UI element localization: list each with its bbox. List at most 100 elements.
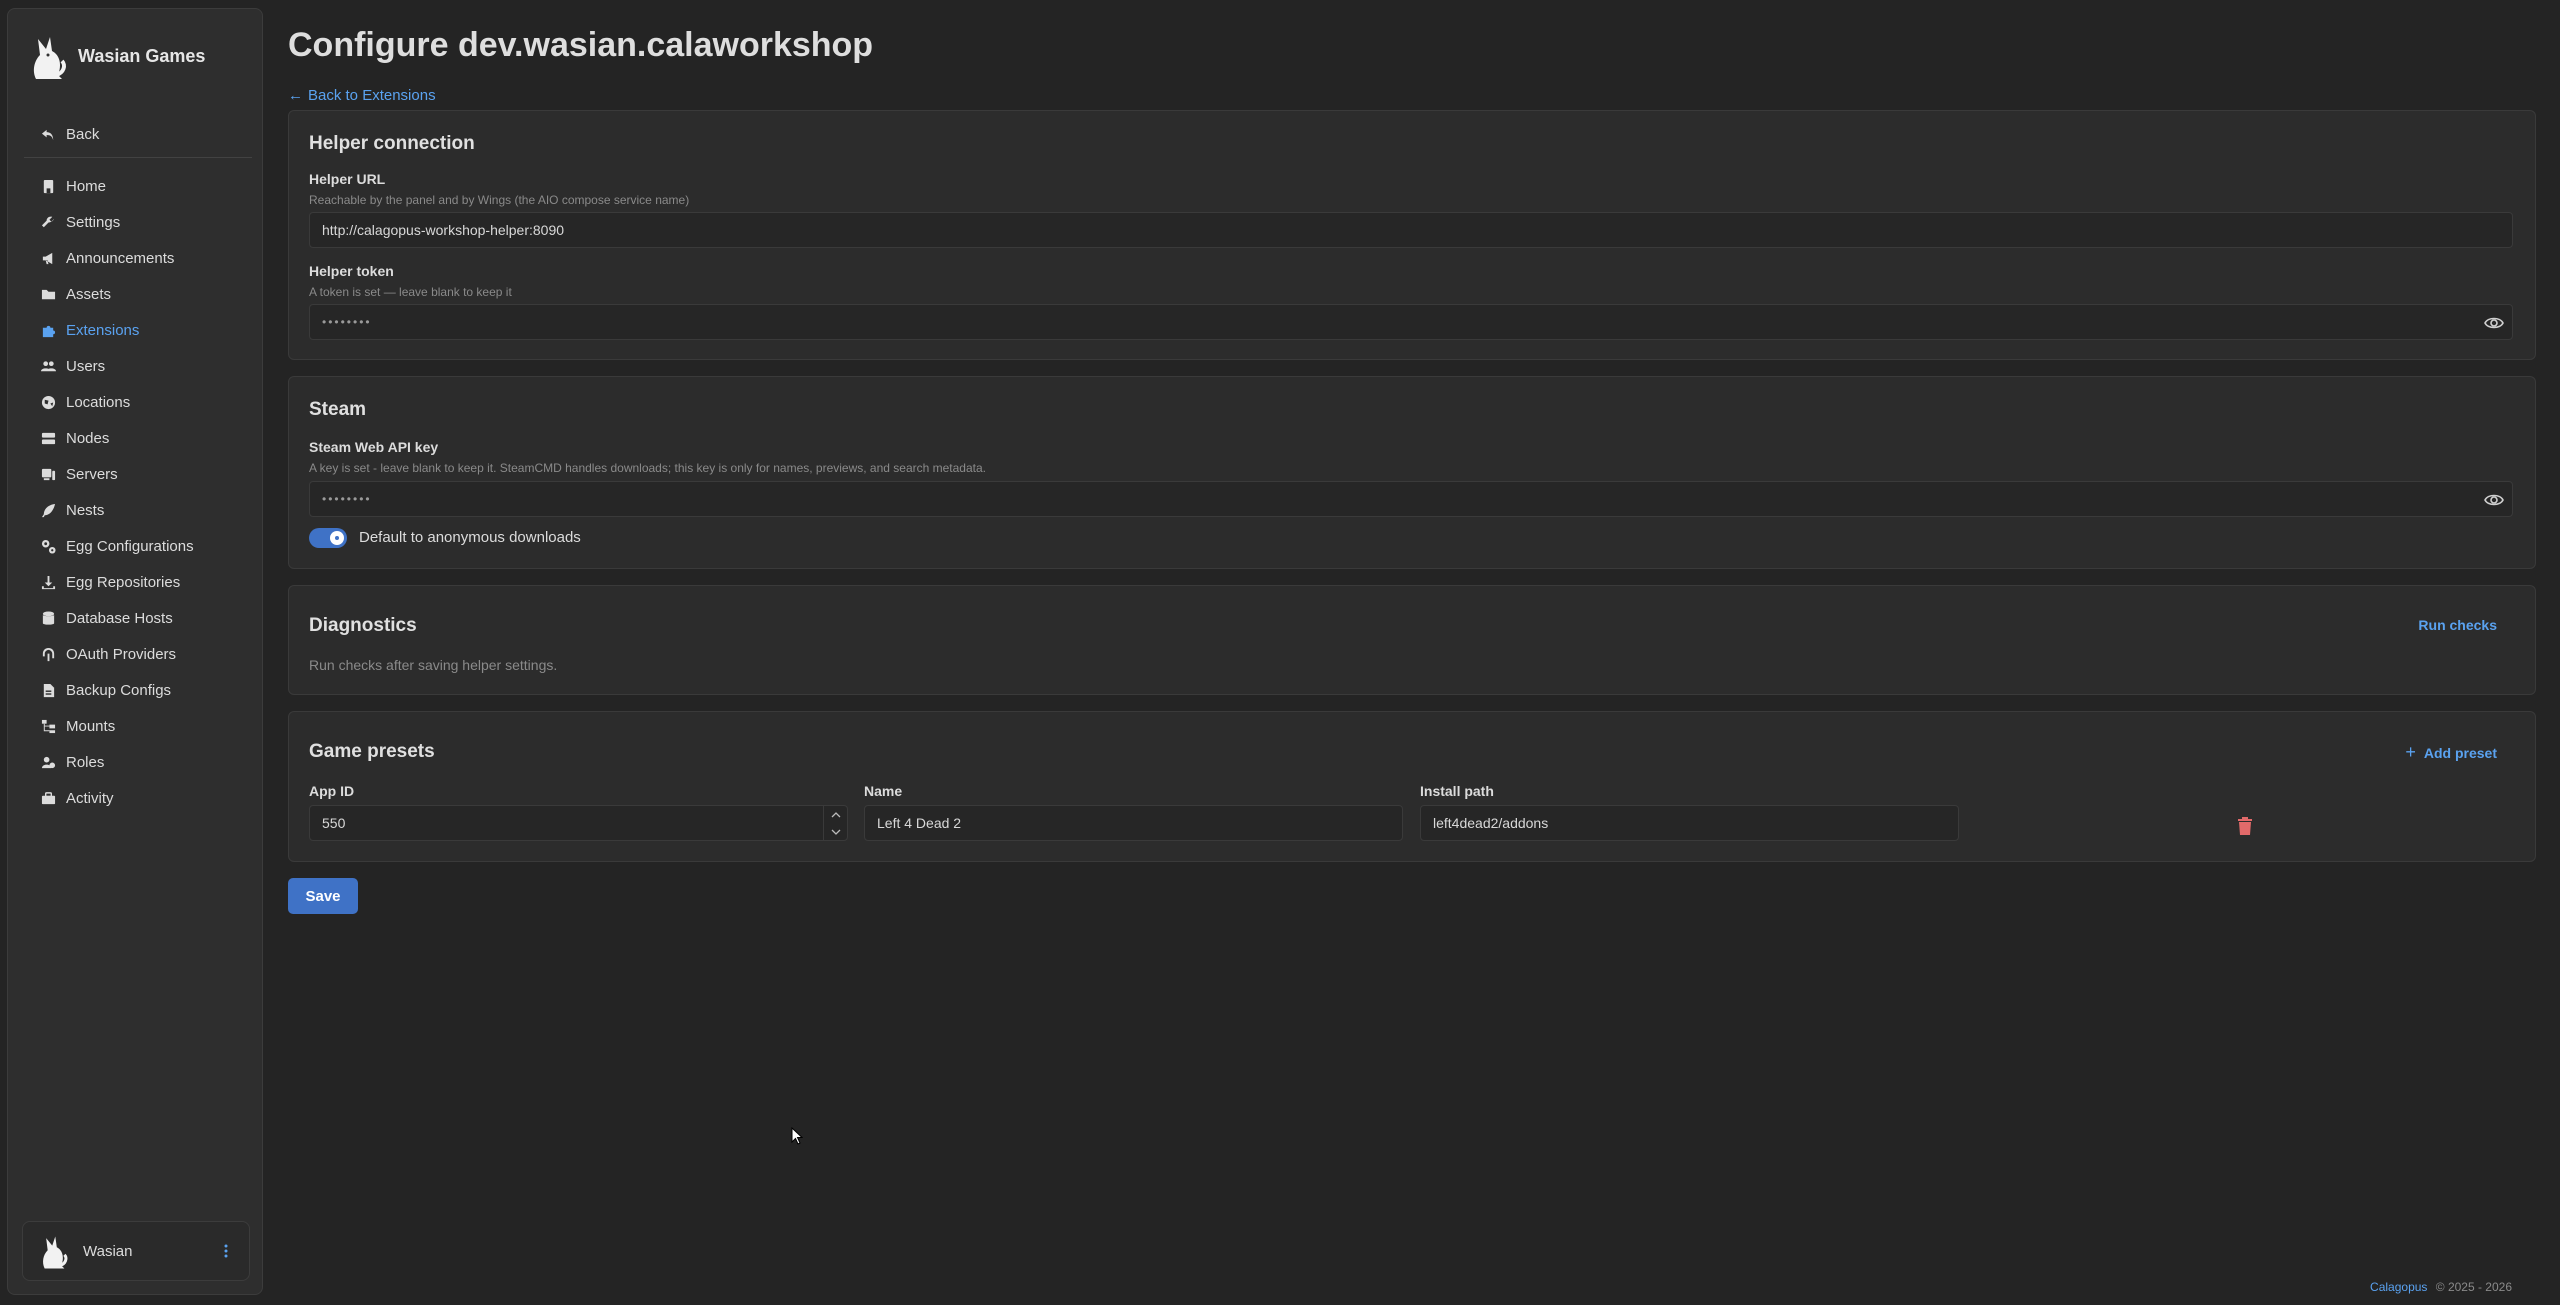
- kebab-menu-icon[interactable]: [211, 1236, 241, 1266]
- decrement-icon[interactable]: [824, 823, 847, 840]
- helper-url-label: Helper URL: [309, 171, 386, 187]
- sidebar: Wasian Games Back Home Settings Announce…: [7, 8, 263, 1295]
- card-title: Helper connection: [309, 133, 475, 154]
- helper-connection-card: Helper connection Helper URL Reachable b…: [288, 110, 2536, 360]
- home-icon: [40, 178, 56, 194]
- trash-icon[interactable]: [2236, 816, 2254, 836]
- sidebar-item-label: Mounts: [66, 717, 116, 735]
- add-preset-button[interactable]: + Add preset: [2405, 742, 2497, 763]
- sidebar-back[interactable]: Back: [40, 119, 99, 149]
- fingerprint-icon: [40, 646, 56, 662]
- diagnostics-card: Diagnostics Run checks Run checks after …: [288, 585, 2536, 695]
- sidebar-item-settings[interactable]: Settings: [40, 207, 120, 237]
- helper-url-hint: Reachable by the panel and by Wings (the…: [309, 193, 690, 207]
- sidebar-item-label: Nodes: [66, 429, 110, 447]
- file-icon: [40, 682, 56, 698]
- install-path-input[interactable]: left4dead2/addons: [1420, 805, 1959, 841]
- sidebar-item-database-hosts[interactable]: Database Hosts: [40, 603, 173, 633]
- page-title: Configure dev.wasian.calaworkshop: [288, 26, 874, 64]
- footer: Calagopus © 2025 - 2026: [2370, 1280, 2512, 1294]
- helper-token-input[interactable]: ••••••••: [309, 304, 2513, 340]
- sidebar-item-egg-configurations[interactable]: Egg Configurations: [40, 531, 194, 561]
- sidebar-item-locations[interactable]: Locations: [40, 387, 130, 417]
- steam-key-value: ••••••••: [322, 492, 372, 506]
- tree-icon: [40, 718, 56, 734]
- anonymous-downloads-label: Default to anonymous downloads: [359, 529, 581, 546]
- roles-icon: [40, 754, 56, 770]
- sidebar-item-label: Egg Repositories: [66, 573, 181, 591]
- sidebar-item-label: Assets: [66, 285, 112, 303]
- sidebar-item-backup-configs[interactable]: Backup Configs: [40, 675, 171, 705]
- back-to-extensions-link[interactable]: ← Back to Extensions: [288, 87, 436, 104]
- calagopus-link[interactable]: Calagopus: [2370, 1280, 2427, 1294]
- server-icon: [40, 430, 56, 446]
- users-icon: [40, 358, 56, 374]
- eye-icon[interactable]: [2484, 313, 2504, 333]
- name-header: Name: [864, 783, 903, 799]
- sidebar-item-label: Roles: [66, 753, 105, 771]
- back-link-label: Back to Extensions: [308, 87, 436, 104]
- brand[interactable]: Wasian Games: [26, 31, 205, 81]
- steam-card: Steam Steam Web API key A key is set - l…: [288, 376, 2536, 569]
- avatar: [43, 1236, 68, 1269]
- undo-icon: [40, 126, 56, 142]
- increment-icon[interactable]: [824, 806, 847, 823]
- sidebar-item-label: OAuth Providers: [66, 645, 177, 663]
- run-checks-button[interactable]: Run checks: [2418, 617, 2497, 633]
- app-id-input[interactable]: 550: [309, 805, 848, 841]
- card-title: Diagnostics: [309, 615, 417, 636]
- save-button[interactable]: Save: [288, 878, 358, 914]
- sidebar-item-label: Users: [66, 357, 106, 375]
- preset-name-input[interactable]: Left 4 Dead 2: [864, 805, 1403, 841]
- sidebar-item-label: Servers: [66, 465, 118, 483]
- steam-key-hint: A key is set - leave blank to keep it. S…: [309, 461, 986, 475]
- sidebar-item-label: Locations: [66, 393, 131, 411]
- sidebar-item-egg-repositories[interactable]: Egg Repositories: [40, 567, 180, 597]
- diagnostics-hint: Run checks after saving helper settings.: [309, 657, 558, 673]
- app-id-header: App ID: [309, 783, 355, 799]
- quantity-stepper[interactable]: [823, 806, 847, 840]
- sidebar-item-mounts[interactable]: Mounts: [40, 711, 115, 741]
- sidebar-item-users[interactable]: Users: [40, 351, 105, 381]
- sidebar-item-extensions[interactable]: Extensions: [40, 315, 139, 345]
- user-name: Wasian: [83, 1242, 133, 1260]
- arrow-left-icon: ←: [288, 87, 303, 104]
- sidebar-item-label: Egg Configurations: [66, 537, 194, 555]
- sidebar-item-label: Extensions: [66, 321, 140, 339]
- card-title: Steam: [309, 399, 367, 420]
- sidebar-item-announcements[interactable]: Announcements: [40, 243, 174, 273]
- fox-logo-icon: [33, 37, 66, 79]
- anonymous-downloads-toggle[interactable]: [309, 528, 347, 548]
- database-icon: [40, 610, 56, 626]
- sidebar-item-home[interactable]: Home: [40, 171, 106, 201]
- sidebar-item-label: Home: [66, 177, 107, 195]
- user-card[interactable]: Wasian: [22, 1221, 250, 1281]
- sidebar-item-nodes[interactable]: Nodes: [40, 423, 109, 453]
- feather-icon: [40, 502, 56, 518]
- puzzle-icon: [40, 322, 56, 338]
- helper-token-label: Helper token: [309, 263, 394, 279]
- wrench-icon: [40, 214, 56, 230]
- folder-icon: [40, 286, 56, 302]
- steam-key-label: Steam Web API key: [309, 439, 439, 455]
- servers-icon: [40, 466, 56, 482]
- helper-token-hint: A token is set — leave blank to keep it: [309, 285, 512, 299]
- steam-key-input[interactable]: ••••••••: [309, 481, 2513, 517]
- sidebar-item-label: Activity: [66, 789, 114, 807]
- sidebar-item-roles[interactable]: Roles: [40, 747, 104, 777]
- helper-url-input[interactable]: http://calagopus-workshop-helper:8090: [309, 212, 2513, 248]
- sidebar-item-activity[interactable]: Activity: [40, 783, 114, 813]
- sidebar-item-servers[interactable]: Servers: [40, 459, 118, 489]
- install-path-header: Install path: [1420, 783, 1494, 799]
- sidebar-item-label: Announcements: [66, 249, 175, 267]
- plus-icon: +: [2405, 742, 2416, 762]
- sidebar-item-nests[interactable]: Nests: [40, 495, 104, 525]
- sidebar-item-label: Backup Configs: [66, 681, 172, 699]
- eye-icon[interactable]: [2484, 490, 2504, 510]
- sidebar-item-oauth-providers[interactable]: OAuth Providers: [40, 639, 176, 669]
- helper-token-value: ••••••••: [322, 315, 372, 329]
- briefcase-icon: [40, 790, 56, 806]
- sidebar-divider: [24, 157, 252, 158]
- sidebar-item-assets[interactable]: Assets: [40, 279, 111, 309]
- mouse-cursor-icon: [791, 1127, 803, 1145]
